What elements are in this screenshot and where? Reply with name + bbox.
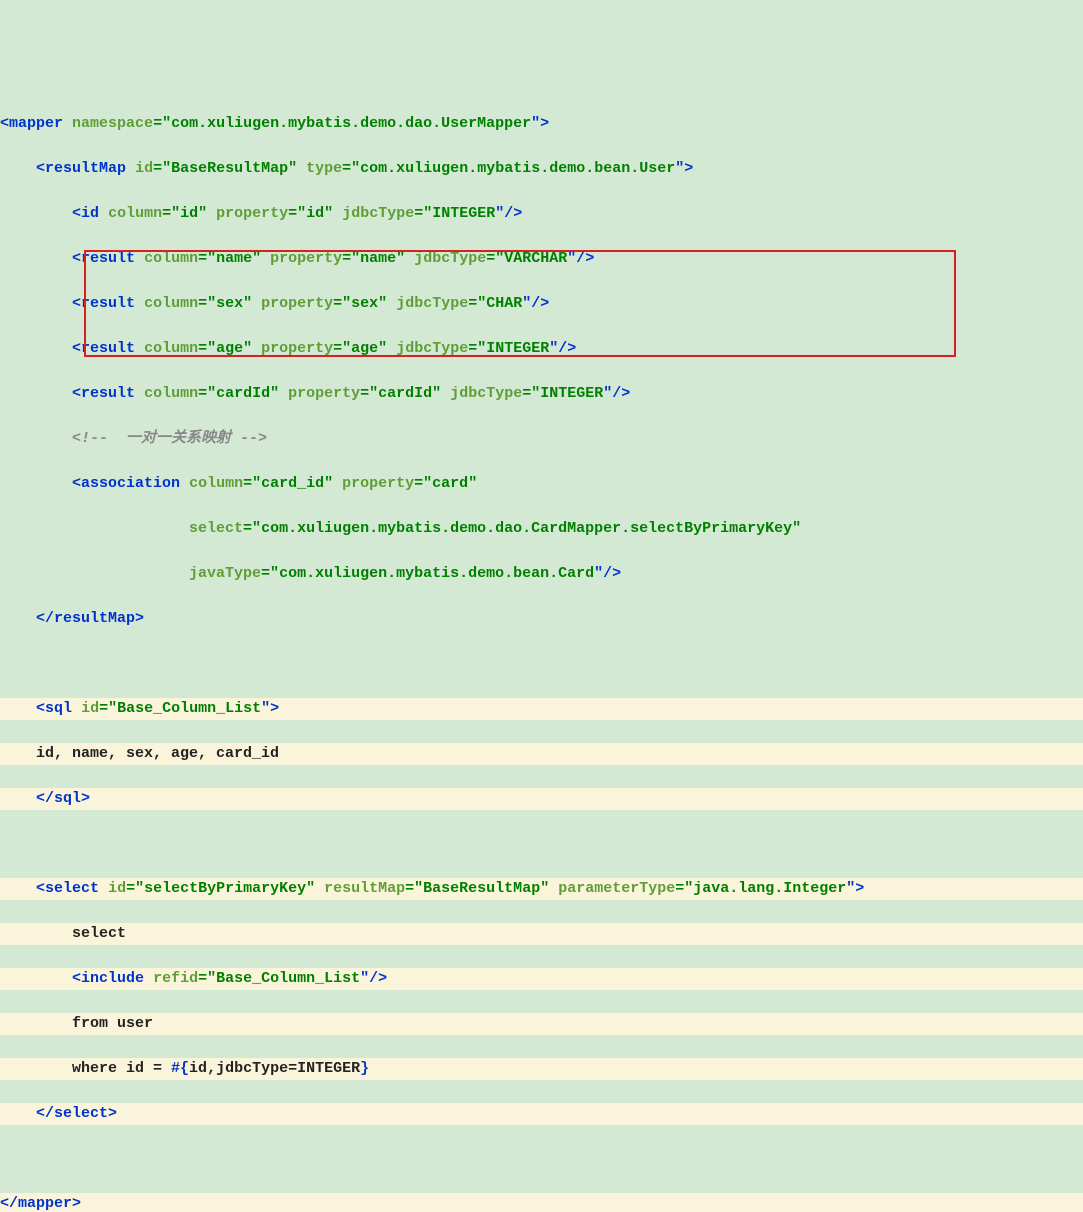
line-assoc-2: select="com.xuliugen.mybatis.demo.dao.Ca… — [0, 518, 1083, 541]
line-resultmap-open: <resultMap id="BaseResultMap" type="com.… — [0, 158, 1083, 181]
line-id: <id column="id" property="id" jdbcType="… — [0, 203, 1083, 226]
line-result-cardid: <result column="cardId" property="cardId… — [0, 383, 1083, 406]
line-select-open: <select id="selectByPrimaryKey" resultMa… — [0, 878, 1083, 901]
line-select-4: where id = #{id,jdbcType=INTEGER} — [0, 1058, 1083, 1081]
line-blank-3 — [0, 1148, 1083, 1171]
line-resultmap-close: </resultMap> — [0, 608, 1083, 631]
line-select-close: </select> — [0, 1103, 1083, 1126]
line-mapper-open: <mapper namespace="com.xuliugen.mybatis.… — [0, 113, 1083, 136]
line-blank-1 — [0, 653, 1083, 676]
line-sql-open: <sql id="Base_Column_List"> — [0, 698, 1083, 721]
code-block: <mapper namespace="com.xuliugen.mybatis.… — [0, 90, 1083, 1212]
line-result-sex: <result column="sex" property="sex" jdbc… — [0, 293, 1083, 316]
line-result-age: <result column="age" property="age" jdbc… — [0, 338, 1083, 361]
line-assoc-1: <association column="card_id" property="… — [0, 473, 1083, 496]
line-select-3: from user — [0, 1013, 1083, 1036]
line-sql-close: </sql> — [0, 788, 1083, 811]
line-sql-body: id, name, sex, age, card_id — [0, 743, 1083, 766]
line-assoc-3: javaType="com.xuliugen.mybatis.demo.bean… — [0, 563, 1083, 586]
line-select-1: select — [0, 923, 1083, 946]
line-result-name: <result column="name" property="name" jd… — [0, 248, 1083, 271]
line-include: <include refid="Base_Column_List"/> — [0, 968, 1083, 991]
line-mapper-close: </mapper> — [0, 1193, 1083, 1212]
line-blank-2 — [0, 833, 1083, 856]
line-comment: <!-- 一对一关系映射 --> — [0, 428, 1083, 451]
